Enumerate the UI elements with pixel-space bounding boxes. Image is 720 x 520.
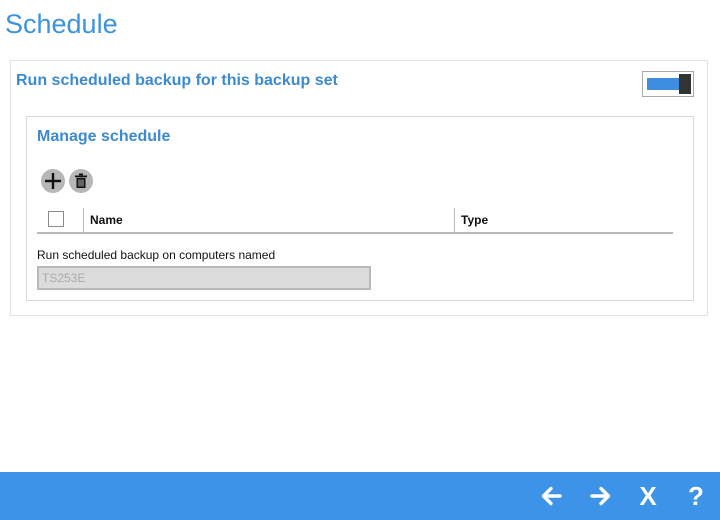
toggle-track — [647, 78, 681, 90]
page-title: Schedule — [5, 9, 118, 39]
svg-text:?: ? — [688, 482, 704, 510]
scheduled-backup-toggle[interactable] — [642, 71, 694, 97]
delete-schedule-button[interactable] — [69, 169, 93, 193]
column-separator — [454, 208, 455, 232]
close-x-icon: X — [639, 482, 657, 510]
back-button[interactable] — [538, 482, 566, 510]
column-header-name[interactable]: Name — [90, 213, 123, 227]
computers-named-label: Run scheduled backup on computers named — [37, 248, 276, 262]
bottom-navigation-bar: X ? — [0, 472, 720, 520]
help-question-icon: ? — [688, 482, 704, 510]
select-all-checkbox[interactable] — [48, 211, 64, 227]
run-scheduled-backup-label: Run scheduled backup for this backup set — [16, 72, 338, 89]
toggle-knob — [679, 74, 691, 94]
schedule-table-header: Name Type — [37, 207, 673, 234]
add-schedule-button[interactable] — [41, 169, 65, 193]
column-separator — [83, 208, 84, 232]
trash-icon — [75, 173, 87, 188]
plus-icon — [45, 173, 61, 189]
column-header-type[interactable]: Type — [461, 213, 488, 227]
manage-schedule-title: Manage schedule — [37, 128, 171, 145]
close-button[interactable]: X — [634, 482, 662, 510]
svg-text:X: X — [639, 482, 657, 510]
help-button[interactable]: ? — [682, 482, 710, 510]
forward-arrow-icon — [590, 486, 611, 506]
back-arrow-icon — [541, 486, 562, 506]
next-button[interactable] — [586, 482, 614, 510]
computer-name-field[interactable] — [37, 266, 371, 290]
